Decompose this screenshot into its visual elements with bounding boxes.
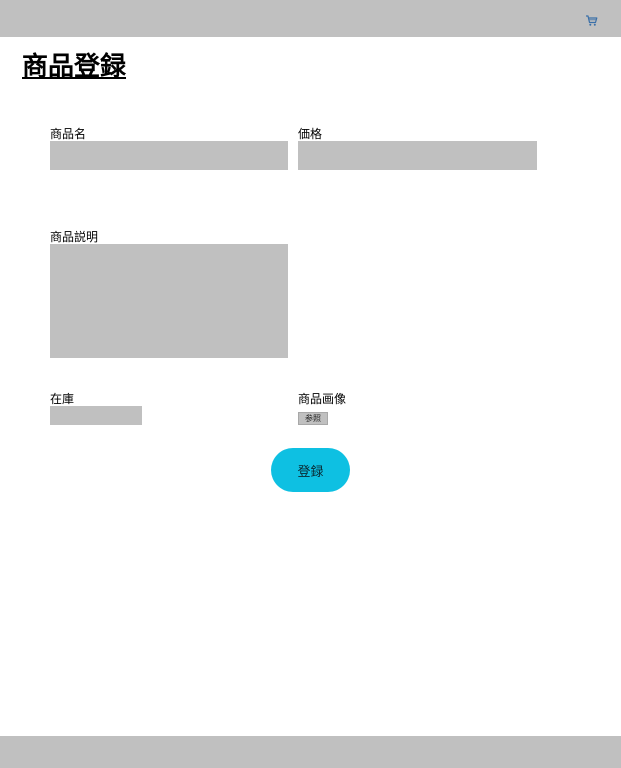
- product-image-label: 商品画像: [298, 392, 347, 406]
- price-input[interactable]: [298, 141, 537, 170]
- description-label: 商品説明: [50, 230, 99, 244]
- stock-input[interactable]: [50, 406, 142, 425]
- product-name-label: 商品名: [50, 127, 87, 141]
- header-bar: [0, 0, 621, 37]
- product-name-input[interactable]: [50, 141, 288, 170]
- footer-bar: [0, 736, 621, 768]
- price-label: 価格: [298, 127, 323, 141]
- stock-label: 在庫: [50, 392, 75, 406]
- browse-button[interactable]: 参照: [298, 412, 328, 425]
- register-button[interactable]: 登録: [271, 448, 350, 492]
- page-title: 商品登録: [22, 52, 127, 82]
- description-textarea[interactable]: [50, 244, 288, 358]
- cart-icon[interactable]: [585, 12, 598, 26]
